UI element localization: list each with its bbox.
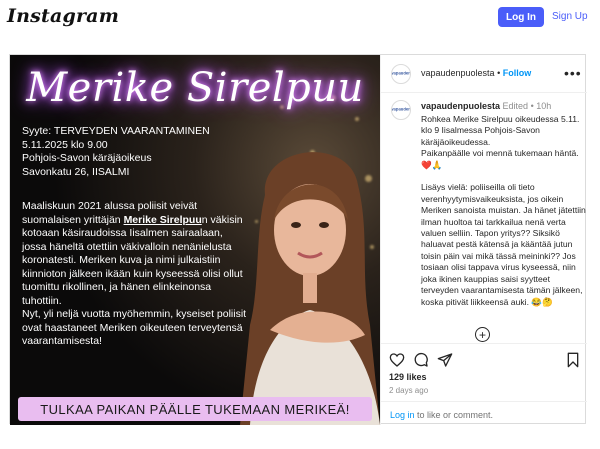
login-prompt: Log in to like or comment. <box>381 401 587 425</box>
image-banner: TULKAA PAIKAN PÄÄLLE TUKEMAAN MERIKEÄ! <box>18 397 372 421</box>
post-header: vapauden vapaudenpuolesta • Follow ••• <box>381 55 587 93</box>
info-line: Savonkatu 26, IISALMI <box>22 165 130 178</box>
story-name: Merike Sirelpuu <box>123 213 202 226</box>
banner-text: TULKAA PAIKAN PÄÄLLE TUKEMAAN MERIKEÄ! <box>40 401 350 417</box>
avatar-text: vapauden <box>391 71 411 77</box>
separator-dot: • <box>497 68 501 78</box>
instagram-logo[interactable]: Instagram <box>7 5 119 27</box>
post-author-row: vapaudenpuolesta • Follow <box>421 68 531 78</box>
post-image[interactable]: Merike Sirelpuu Syyte: TERVEYDEN VAARANT… <box>10 55 380 425</box>
top-bar: Instagram Log In Sign Up <box>0 0 600 36</box>
image-headline: Merike Sirelpuu <box>26 65 364 111</box>
load-more-comments-button[interactable]: + <box>475 327 490 342</box>
image-story-text: Maaliskuun 2021 alussa poliisit veivät s… <box>22 200 247 349</box>
more-options-icon[interactable]: ••• <box>564 65 582 81</box>
comment-icon[interactable] <box>413 352 429 368</box>
avatar[interactable]: vapauden <box>391 64 411 84</box>
follow-button[interactable]: Follow <box>503 68 532 78</box>
login-button[interactable]: Log In <box>498 7 544 27</box>
avatar-text: vapauden <box>391 107 411 113</box>
post-age: 10h <box>536 101 552 111</box>
bookmark-icon[interactable] <box>565 352 581 368</box>
post-timestamp: 2 days ago <box>389 386 429 395</box>
edited-label: Edited <box>502 101 529 111</box>
caption-text: Rohkea Merike Sirelpuu oikeudessa 5.11. … <box>421 114 586 307</box>
separator-dot: • <box>530 101 534 111</box>
post-card: Merike Sirelpuu Syyte: TERVEYDEN VAARANT… <box>9 54 587 425</box>
avatar[interactable]: vapauden <box>391 100 411 120</box>
author-username[interactable]: vapaudenpuolesta <box>421 68 495 78</box>
login-prompt-text: to like or comment. <box>414 410 494 420</box>
image-info-block: Syyte: TERVEYDEN VAARANTAMINEN 5.11.2025… <box>22 125 282 179</box>
caption-username[interactable]: vapaudenpuolesta <box>421 101 500 111</box>
action-bar <box>381 343 587 373</box>
login-link[interactable]: Log in <box>390 410 415 420</box>
post-sidebar: vapauden vapaudenpuolesta • Follow ••• v… <box>380 55 587 425</box>
heart-icon[interactable] <box>389 352 405 368</box>
info-line: 5.11.2025 klo 9.00 <box>22 138 108 151</box>
likes-count[interactable]: 129 likes <box>389 372 427 382</box>
info-line: Pohjois-Savon käräjäoikeus <box>22 152 152 164</box>
caption-header: vapaudenpuolesta Edited • 10h <box>421 101 551 111</box>
info-line: Syyte: TERVEYDEN VAARANTAMINEN <box>22 125 210 137</box>
story-text-after: n väkisin kotoaan käsiraudoissa Iisalmen… <box>22 213 247 348</box>
plus-icon: + <box>478 327 486 342</box>
share-icon[interactable] <box>437 352 453 368</box>
signup-link[interactable]: Sign Up <box>552 11 588 22</box>
